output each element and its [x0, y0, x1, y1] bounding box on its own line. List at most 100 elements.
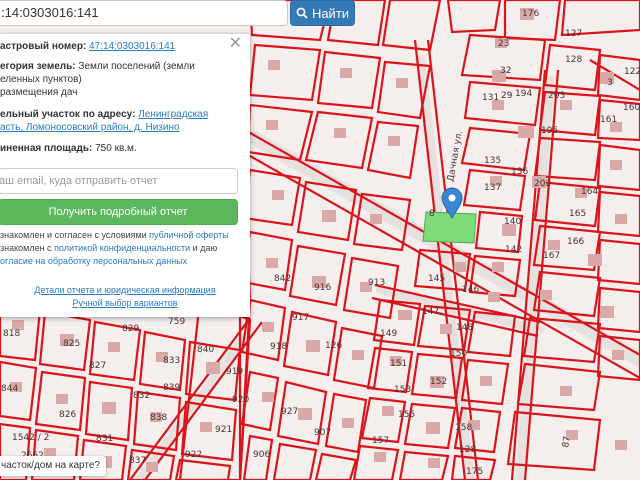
address-cont: асть, Ломоносовский район, д. Низино	[0, 121, 232, 134]
building	[560, 386, 572, 396]
building	[388, 136, 400, 146]
building	[518, 126, 534, 138]
building	[480, 376, 492, 386]
parcel-number-label: 140	[504, 217, 521, 227]
parcel-number-label: 175	[466, 467, 483, 477]
parcel-number-label: 153	[394, 385, 411, 395]
parcel-number-label: 3	[607, 78, 613, 88]
parcel-number-label: 160	[623, 103, 640, 113]
parcel-number-label: 122	[624, 67, 640, 77]
parcel-on-map-question[interactable]: часток/дом на карте?	[0, 456, 106, 476]
parcel-number-label: 167	[543, 251, 560, 261]
consent-line-data: огласие на обработку персональных данных	[0, 255, 240, 267]
parcel-number-label: 131	[482, 93, 499, 103]
parcel-number-label: 916	[314, 283, 331, 293]
parcel-number-label: 917	[292, 313, 309, 323]
building	[612, 350, 624, 360]
parcel-number-label: 149	[380, 329, 397, 339]
building	[396, 78, 408, 88]
parcel-number-label: 146	[462, 285, 479, 295]
building	[306, 340, 320, 352]
building	[200, 422, 212, 432]
parcel-number-label: 838	[150, 413, 167, 423]
building	[262, 322, 274, 332]
building	[382, 406, 394, 416]
parcel-number-label: 155	[398, 410, 415, 420]
parcel-number-label: 32	[500, 66, 511, 76]
parcel-number-label: 195	[541, 126, 558, 136]
building	[600, 306, 614, 318]
building	[262, 392, 274, 402]
building	[588, 254, 602, 266]
cadastral-number-label: астровый номер:	[0, 41, 87, 52]
get-report-button[interactable]: Получить подробный отчет	[0, 199, 238, 225]
consent-offer-text: знакомлен и согласен с условиями	[0, 230, 150, 240]
parcel-number-label: 161	[600, 115, 617, 125]
report-details-link[interactable]: Детали отчета и юридическая информация	[0, 285, 250, 295]
parcel-number-label: 825	[63, 339, 80, 349]
parcel-number-label: 918	[270, 342, 287, 352]
parcel-number-label: 831	[96, 434, 113, 444]
privacy-policy-link[interactable]: политикой конфиденциальности	[54, 243, 190, 253]
find-button[interactable]: Найти	[290, 0, 355, 26]
parcel-number-label: 23	[498, 39, 509, 49]
parcel-number-label: 145	[428, 274, 445, 284]
parcel-number-label: 839	[163, 383, 180, 393]
parcel-number-label: 842	[274, 274, 291, 284]
building	[352, 350, 364, 360]
cadastral-number-link[interactable]: 47:14:0303016:141	[89, 41, 175, 52]
parcel-number-label: 913	[368, 278, 385, 288]
land-category-cont: еленных пунктов)	[0, 74, 82, 85]
parcel-number-label: 151	[390, 359, 407, 369]
address-link-locality[interactable]: асть, Ломоносовский район, д. Низино	[0, 122, 180, 133]
parcel-number-label: 165	[569, 209, 586, 219]
parcel-number-label: 844	[1, 384, 18, 394]
land-category-label: егория земель:	[0, 61, 76, 72]
parcel-number-label: 147	[422, 307, 439, 317]
find-button-label: Найти	[311, 5, 350, 21]
parcel-number-label: 164	[581, 187, 598, 197]
public-offer-link[interactable]: публичной оферты	[149, 230, 229, 240]
building	[298, 408, 312, 420]
parcel-number-label: 152	[430, 377, 447, 387]
manual-selection-link[interactable]: Ручной выбор вариантов	[0, 298, 250, 308]
parcel-number-label: 203	[548, 91, 565, 101]
parcel-number-label: 759	[168, 317, 185, 327]
parcel-number-label: 840	[197, 345, 214, 355]
land-category-row: егория земель: Земли поселений (земли	[0, 60, 232, 73]
data-processing-link[interactable]: огласие на обработку персональных данных	[0, 256, 187, 266]
parcel-number-label: 818	[3, 329, 20, 339]
parcel-number-label: 8	[429, 209, 435, 219]
building	[374, 452, 386, 462]
address-link-region[interactable]: Ленинградская	[138, 109, 208, 120]
parcel-number-label: 832	[133, 391, 150, 401]
parcel-number-label: 194	[515, 89, 532, 99]
building	[454, 262, 466, 272]
parcel-number-label: 907	[314, 428, 331, 438]
building	[268, 60, 280, 70]
parcel-number-label: 135	[484, 156, 501, 166]
parcel-number-label: 837	[129, 456, 146, 466]
building	[398, 310, 412, 320]
email-field[interactable]: аш email, куда отправить отчет	[0, 168, 238, 194]
parcel-number-label: 142	[505, 245, 522, 255]
parcel-number-label: 136	[511, 167, 528, 177]
area-row: иненная площадь: 750 кв.м.	[0, 142, 232, 155]
parcel-number-label: 127	[565, 29, 582, 39]
building	[548, 240, 560, 250]
parcel-number-label: 137	[484, 183, 501, 193]
land-category-value: Земли поселений (земли	[78, 61, 195, 72]
building	[340, 68, 352, 78]
area-value: 750 кв.м.	[95, 143, 137, 154]
parcel-number-label: 1542 / 2	[12, 433, 49, 443]
parcel-number-label: 150	[450, 349, 467, 359]
consent-line-privacy: знакомлен с политикой конфиденциальности…	[0, 242, 240, 254]
consent-line-offer: знакомлен и согласен с условиями публичн…	[0, 229, 240, 241]
cadastral-search-input[interactable]: :14:0303016:141	[0, 0, 288, 26]
parcel-number-label: 128	[459, 445, 476, 455]
building	[56, 394, 68, 404]
building	[615, 440, 627, 450]
parcel-number-label: 921	[215, 425, 232, 435]
building	[272, 190, 284, 200]
parcel-info-panel: ✕ астровый номер: 47:14:0303016:141 егор…	[0, 34, 250, 317]
